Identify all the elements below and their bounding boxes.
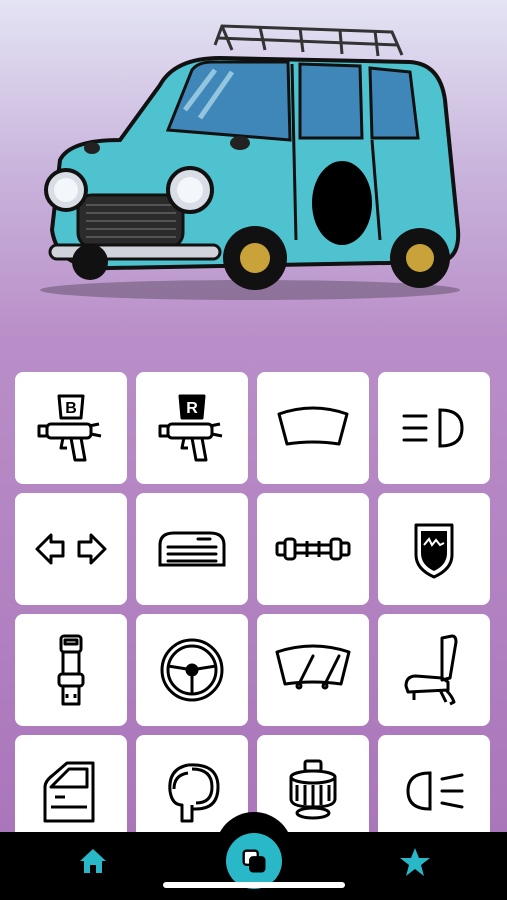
seat-belt-icon <box>31 630 111 710</box>
tile-fog-light[interactable] <box>378 735 490 847</box>
tile-wipers[interactable] <box>257 614 369 726</box>
steering-wheel-icon <box>152 630 232 710</box>
side-mirror-icon <box>152 751 232 831</box>
car-image <box>40 24 461 300</box>
layers-icon <box>242 849 266 873</box>
seat-icon <box>394 630 474 710</box>
badge-emblem-icon <box>394 509 474 589</box>
fuel-cap-icon <box>273 751 353 831</box>
door-icon <box>31 751 111 831</box>
turn-signal-icon <box>31 509 111 589</box>
tile-door[interactable] <box>15 735 127 847</box>
tile-paint-gun-b[interactable]: B <box>15 372 127 484</box>
star-icon[interactable] <box>399 846 431 878</box>
tile-steering-wheel[interactable] <box>136 614 248 726</box>
headlight-icon <box>394 388 474 468</box>
tile-turn-signal[interactable] <box>15 493 127 605</box>
wiper-icon <box>273 630 353 710</box>
tile-paint-gun-r[interactable]: R <box>136 372 248 484</box>
layers-button[interactable] <box>226 833 282 889</box>
fog-light-icon <box>394 751 474 831</box>
tile-grille[interactable] <box>136 493 248 605</box>
paint-gun-b-icon: B <box>31 388 111 468</box>
home-indicator <box>163 882 345 888</box>
axle-icon <box>273 509 353 589</box>
tile-axle[interactable] <box>257 493 369 605</box>
parts-grid: B R <box>15 372 493 847</box>
grille-icon <box>152 509 232 589</box>
tile-badge[interactable] <box>378 493 490 605</box>
tile-seat-belt[interactable] <box>15 614 127 726</box>
svg-text:B: B <box>65 400 77 417</box>
tile-seat[interactable] <box>378 614 490 726</box>
tile-headlight[interactable] <box>378 372 490 484</box>
car-illustration <box>0 0 507 340</box>
svg-text:R: R <box>186 400 198 417</box>
paint-gun-r-icon: R <box>152 388 232 468</box>
windshield-icon <box>273 388 353 468</box>
home-icon[interactable] <box>78 846 108 876</box>
tile-windshield[interactable] <box>257 372 369 484</box>
